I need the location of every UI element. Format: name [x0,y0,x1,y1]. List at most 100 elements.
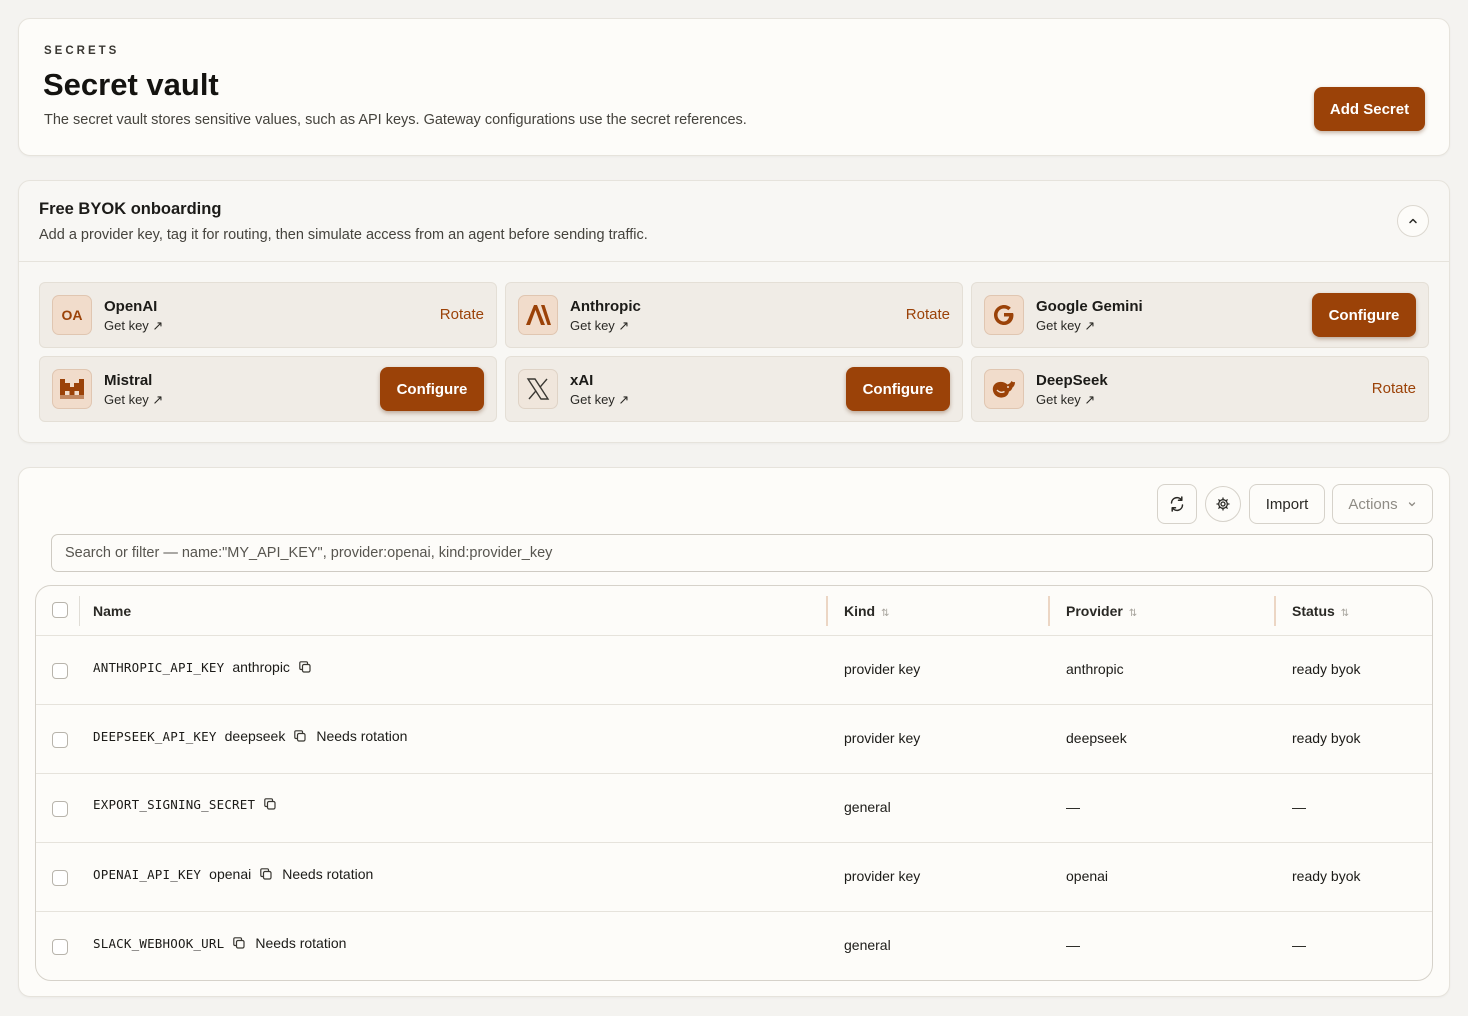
anthropic-logo-icon [518,295,558,335]
secret-name: ANTHROPIC_API_KEY [93,659,225,675]
rotate-button[interactable]: Rotate [906,306,950,323]
provider-card-mistral: Mistral Get key ↗ Configure [39,356,497,422]
byok-onboarding-panel: Free BYOK onboarding Add a provider key,… [18,180,1450,443]
collapse-panel-button[interactable] [1397,205,1429,237]
provider-name: Mistral [104,372,153,389]
get-key-link[interactable]: Get key ↗ [570,318,629,334]
provider-name: Anthropic [570,298,641,315]
select-all-checkbox[interactable] [52,602,68,618]
column-divider [79,596,80,626]
row-checkbox[interactable] [52,801,68,817]
actions-label: Actions [1348,495,1398,513]
provider-card-google-gemini: Google Gemini Get key ↗ Configure [971,282,1429,348]
column-divider [1048,596,1050,626]
column-header-kind[interactable]: Kind ⇅ [844,603,890,619]
provider-card-anthropic: Anthropic Get key ↗ Rotate [505,282,963,348]
copy-icon[interactable] [298,660,313,675]
google-logo-icon [984,295,1024,335]
table-row[interactable]: OPENAI_API_KEY openai Needs rotation provi… [36,843,1432,912]
row-checkbox[interactable] [52,663,68,679]
settings-button[interactable] [1205,486,1241,522]
secret-name: EXPORT_SIGNING_SECRET [93,797,256,812]
kind-cell: provider key [844,868,921,884]
sort-icon: ⇅ [1340,608,1350,619]
copy-icon[interactable] [259,867,274,882]
rotation-note: Needs rotation [282,866,374,882]
row-checkbox[interactable] [52,939,68,955]
actions-dropdown[interactable]: Actions [1332,484,1433,524]
row-checkbox[interactable] [52,870,68,886]
provider-cell: — [1066,799,1080,815]
name-cell: OPENAI_API_KEY openai Needs rotation [93,866,373,882]
table-row[interactable]: SLACK_WEBHOOK_URL Needs rotation general … [36,912,1432,980]
sort-icon: ⇅ [881,608,890,619]
deepseek-logo-icon [984,369,1024,409]
copy-icon[interactable] [232,936,247,951]
rotation-note: Needs rotation [316,728,408,744]
configure-button[interactable]: Configure [1312,293,1416,337]
get-key-link[interactable]: Get key ↗ [1036,318,1095,334]
secrets-table: Name Kind ⇅ Provider ⇅ Status ⇅ ANTHROPIC_A… [35,585,1433,981]
kind-cell: provider key [844,730,921,746]
provider-cell: — [1066,937,1080,953]
add-secret-button[interactable]: Add Secret [1314,87,1425,131]
chevron-down-icon [1408,502,1415,507]
provider-tag: openai [209,866,252,882]
mistral-logo-icon [52,369,92,409]
rotate-button[interactable]: Rotate [440,306,484,323]
status-cell: — [1292,799,1306,815]
table-row[interactable]: EXPORT_SIGNING_SECRET general — — [36,774,1432,843]
column-header-label: Status [1292,603,1335,619]
divider [19,261,1449,262]
secret-name: SLACK_WEBHOOK_URL [93,935,225,951]
page-title: Secret vault [43,67,219,102]
section-eyebrow: SECRETS [44,45,120,57]
name-cell: DEEPSEEK_API_KEY deepseek Needs rotation [93,728,407,744]
column-header-label: Provider [1066,603,1123,619]
provider-tag: deepseek [224,728,286,744]
provider-name: DeepSeek [1036,372,1108,389]
row-checkbox[interactable] [52,732,68,748]
import-button[interactable]: Import [1249,484,1325,524]
chevron-up-icon [1409,218,1417,224]
rotate-button[interactable]: Rotate [1372,380,1416,397]
column-header-label: Kind [844,603,876,619]
column-header-name[interactable]: Name [93,603,131,619]
get-key-link[interactable]: Get key ↗ [104,392,163,408]
header-card: SECRETS Secret vault The secret vault st… [18,18,1450,156]
kind-cell: general [844,937,891,953]
sort-icon: ⇅ [1128,608,1138,619]
onboarding-title: Free BYOK onboarding [39,200,222,218]
page-description: The secret vault stores sensitive values… [44,112,747,128]
refresh-button[interactable] [1157,484,1197,524]
name-cell: EXPORT_SIGNING_SECRET [93,797,278,812]
onboarding-description: Add a provider key, tag it for routing, … [39,227,648,243]
secret-name: OPENAI_API_KEY [93,866,202,882]
status-cell: ready byok [1292,661,1361,677]
provider-cell: deepseek [1066,730,1127,746]
get-key-link[interactable]: Get key ↗ [570,392,629,408]
xai-logo-icon [518,369,558,409]
kind-cell: provider key [844,661,921,677]
search-input[interactable]: Search or filter — name:"MY_API_KEY", pr… [51,534,1433,572]
name-cell: ANTHROPIC_API_KEY anthropic [93,659,313,675]
configure-button[interactable]: Configure [380,367,484,411]
provider-tag: anthropic [232,659,290,675]
column-header-status[interactable]: Status ⇅ [1292,603,1349,619]
rotation-note: Needs rotation [255,935,347,951]
provider-card-openai: OA OpenAI Get key ↗ Rotate [39,282,497,348]
table-row[interactable]: ANTHROPIC_API_KEY anthropic provider key … [36,636,1432,705]
kind-cell: general [844,799,891,815]
provider-name: xAI [570,372,594,389]
column-header-provider[interactable]: Provider ⇅ [1066,603,1137,619]
get-key-link[interactable]: Get key ↗ [1036,392,1095,408]
provider-name: Google Gemini [1036,298,1143,315]
copy-icon[interactable] [263,797,278,812]
configure-button[interactable]: Configure [846,367,950,411]
provider-card-xai: xAI Get key ↗ Configure [505,356,963,422]
gear-icon [1216,497,1230,511]
get-key-link[interactable]: Get key ↗ [104,318,163,334]
status-cell: ready byok [1292,730,1361,746]
table-row[interactable]: DEEPSEEK_API_KEY deepseek Needs rotation p… [36,705,1432,774]
copy-icon[interactable] [293,729,308,744]
